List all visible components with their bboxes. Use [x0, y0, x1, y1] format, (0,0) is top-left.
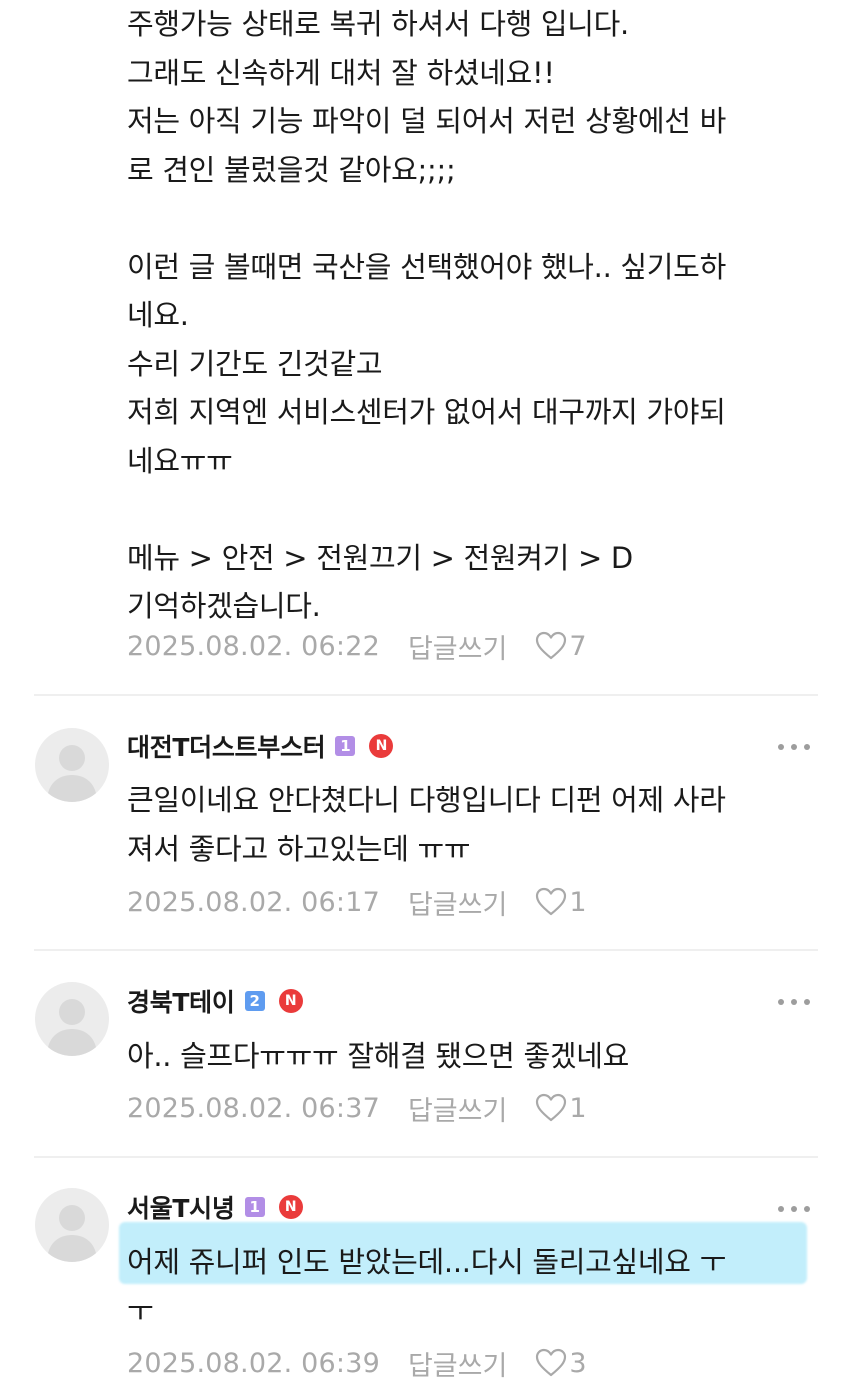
comment-author[interactable]: 경북T테이 2 N	[127, 981, 303, 1021]
default-profile-icon	[47, 999, 97, 1056]
reply-button[interactable]: 답글쓰기	[408, 1089, 507, 1128]
more-horizontal-icon-dot	[778, 999, 784, 1005]
avatar[interactable]	[35, 1188, 109, 1262]
more-horizontal-icon-dot	[804, 1206, 810, 1212]
new-badge: N	[369, 734, 394, 758]
comment-meta: 2025.08.02. 06:37 답글쓰기 1	[127, 1088, 587, 1128]
more-horizontal-icon-dot	[791, 999, 797, 1005]
comment-body: 주행가능 상태로 복귀 하셔서 다행 입니다. 그래도 신속하게 대처 잘 하셨…	[127, 7, 726, 623]
comment-author[interactable]: 서울T시녕 1 N	[127, 1187, 303, 1227]
new-badge: N	[278, 989, 303, 1013]
like-count: 3	[569, 1347, 587, 1379]
like-button[interactable]: 3	[535, 1347, 587, 1379]
like-count: 1	[569, 886, 587, 918]
divider	[34, 1156, 818, 1158]
divider	[34, 694, 818, 696]
comment-date: 2025.08.02. 06:17	[127, 886, 380, 918]
comment-body: 아.. 슬프다ㅠㅠㅠ 잘해결 됐으면 좋겠네요	[127, 1039, 629, 1073]
more-options-button[interactable]	[778, 987, 810, 1017]
like-button[interactable]: 1	[535, 1092, 587, 1124]
divider	[34, 949, 818, 951]
comment-date: 2025.08.02. 06:39	[127, 1347, 380, 1379]
new-badge: N	[278, 1195, 303, 1219]
like-count: 7	[569, 630, 587, 662]
more-horizontal-icon-dot	[778, 1206, 784, 1212]
author-name[interactable]: 대전T더스트부스터	[127, 728, 326, 764]
author-name[interactable]: 서울T시녕	[127, 1189, 235, 1225]
reply-button[interactable]: 답글쓰기	[408, 627, 507, 666]
comment-meta: 2025.08.02. 06:17 답글쓰기 1	[127, 882, 587, 922]
like-button[interactable]: 1	[535, 886, 587, 918]
more-horizontal-icon-dot	[804, 999, 810, 1005]
default-profile-icon	[47, 745, 97, 802]
default-profile-icon	[47, 1205, 97, 1262]
heart-outline-icon	[536, 1348, 567, 1377]
reply-button[interactable]: 답글쓰기	[408, 883, 507, 922]
comment-body: 어제 쥬니퍼 인도 받았는데...다시 돌리고싶네요 ㅜ ㅜ	[127, 1245, 726, 1328]
comment-date: 2025.08.02. 06:37	[127, 1092, 380, 1124]
more-options-button[interactable]	[778, 1194, 810, 1224]
avatar[interactable]	[35, 728, 109, 802]
avatar[interactable]	[35, 982, 109, 1056]
comment-date: 2025.08.02. 06:22	[127, 630, 380, 662]
comment-meta: 2025.08.02. 06:22 답글쓰기 7	[127, 626, 587, 666]
comment-author[interactable]: 대전T더스트부스터 1 N	[127, 726, 394, 766]
reply-button[interactable]: 답글쓰기	[408, 1344, 507, 1383]
heart-outline-icon	[536, 631, 567, 660]
rank-badge: 1	[335, 736, 356, 756]
comment-body: 큰일이네요 안다쳤다니 다행입니다 디펀 어제 사라 져서 좋다고 하고있는데 …	[127, 783, 726, 866]
more-horizontal-icon-dot	[791, 1206, 797, 1212]
more-horizontal-icon-dot	[804, 744, 810, 750]
comment-meta: 2025.08.02. 06:39 답글쓰기 3	[127, 1343, 587, 1383]
rank-badge: 1	[244, 1197, 265, 1217]
more-options-button[interactable]	[778, 732, 810, 762]
author-name[interactable]: 경북T테이	[127, 983, 235, 1019]
like-button[interactable]: 7	[535, 630, 587, 662]
rank-badge: 2	[244, 991, 265, 1011]
more-horizontal-icon-dot	[778, 744, 784, 750]
heart-outline-icon	[536, 1093, 567, 1122]
more-horizontal-icon-dot	[791, 744, 797, 750]
comment-thread: 주행가능 상태로 복귀 하셔서 다행 입니다. 그래도 신속하게 대처 잘 하셨…	[0, 0, 850, 1387]
like-count: 1	[569, 1092, 587, 1124]
heart-outline-icon	[536, 887, 567, 916]
